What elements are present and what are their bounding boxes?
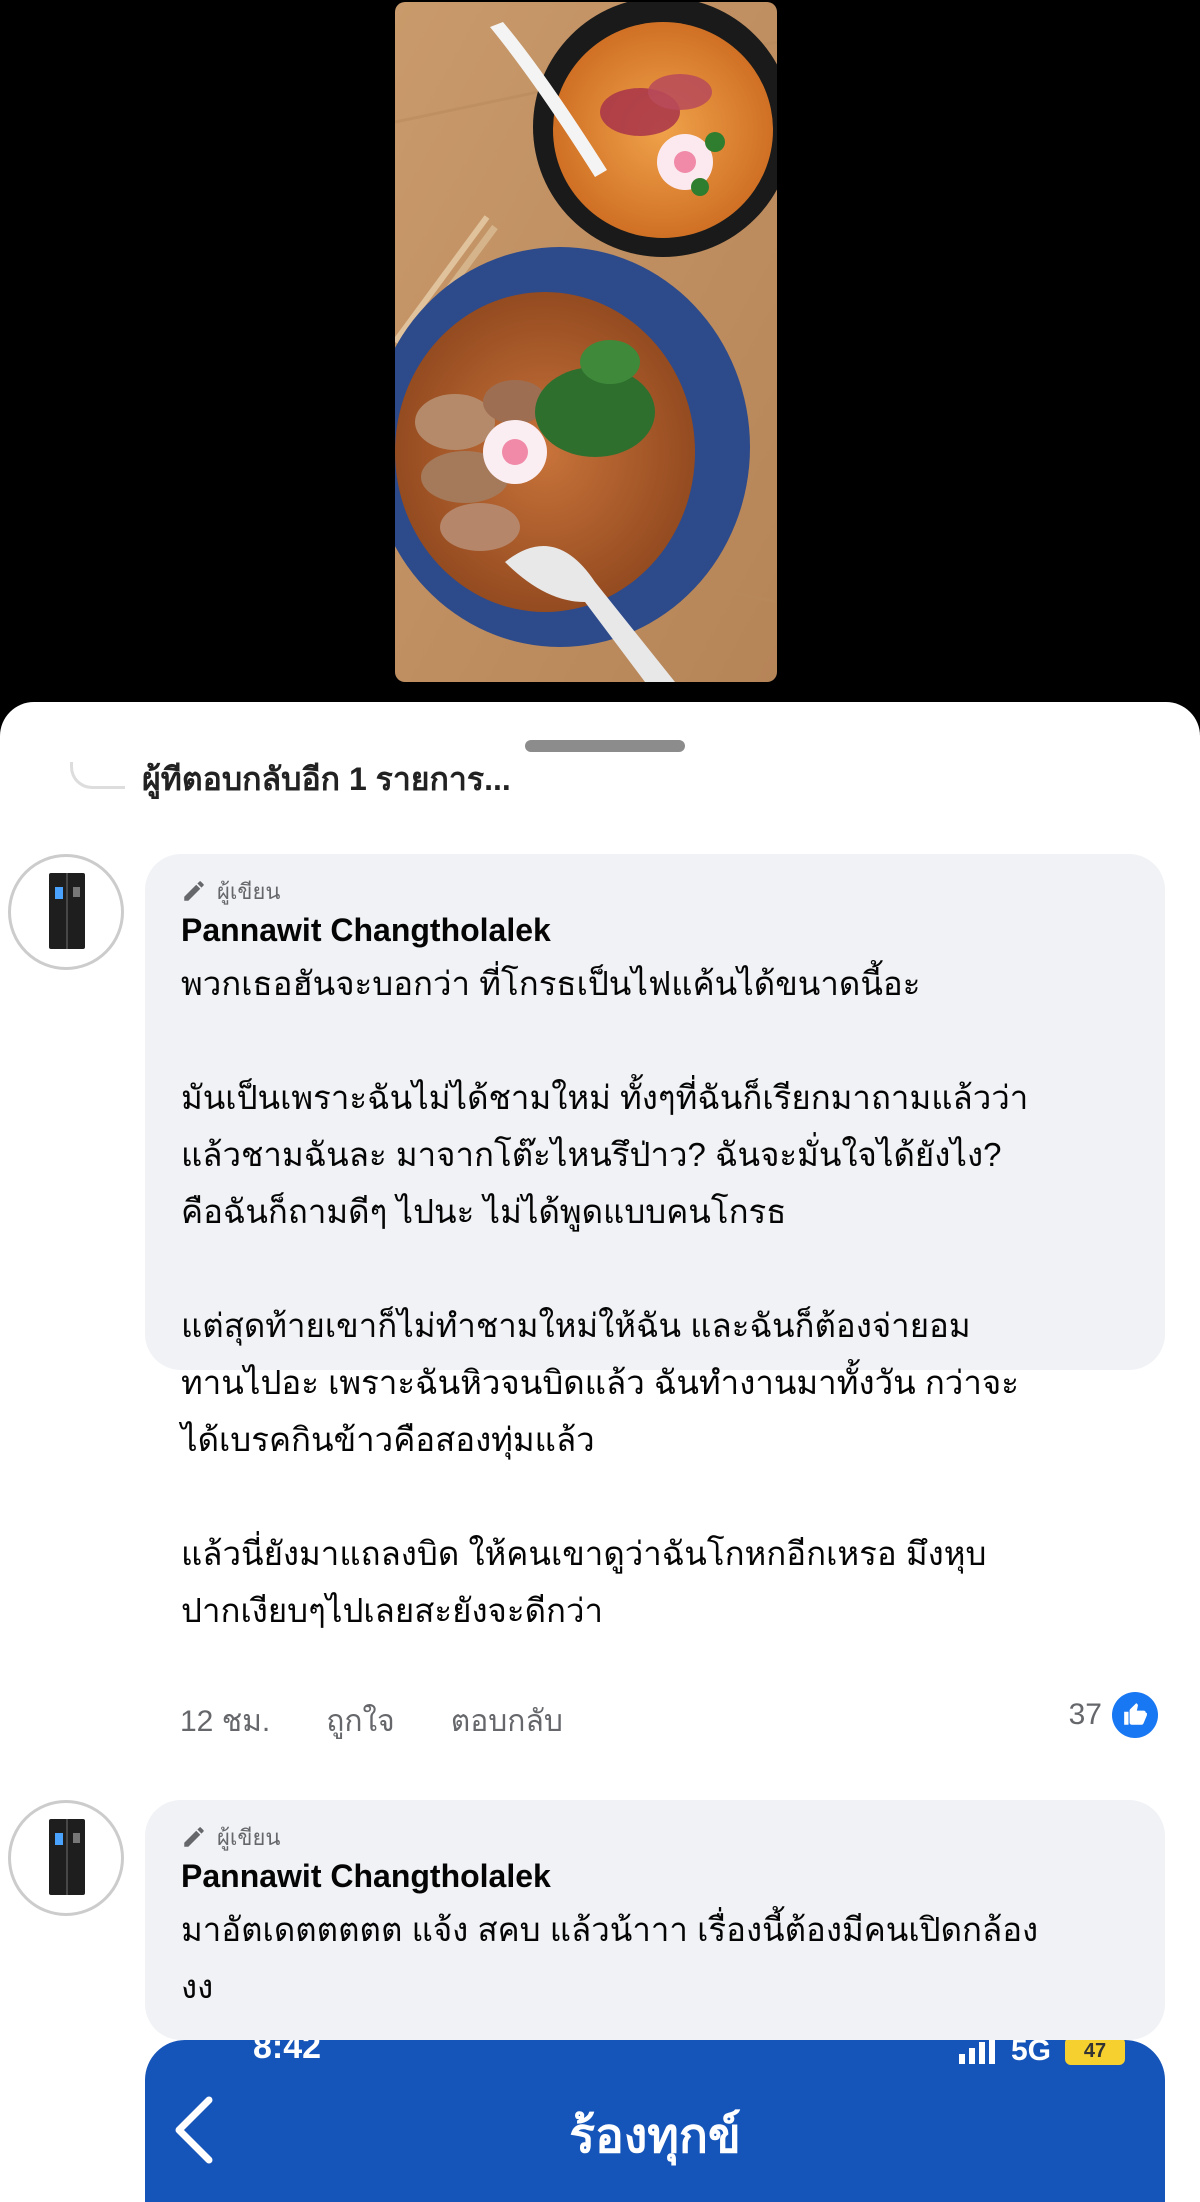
author-badge: ผู้เขียน [217,1824,281,1850]
author-badge-row: ผู้เขียน [181,876,1129,906]
reaction-summary[interactable]: 37 [1069,1692,1158,1738]
pencil-icon [184,881,204,901]
comment-author-name[interactable]: Pannawit Changtholalek [181,1858,1129,1895]
reply-button[interactable]: ตอบกลับ [451,1698,563,1745]
comment-text: พวกเธอฮันจะบอกว่า ที่โกรธเป็นไฟแค้นได้ขน… [181,965,1029,1629]
status-time: 8:42 [253,2040,322,2066]
avatar[interactable] [8,854,124,970]
embedded-complaint-screenshot: 8:42 5G 47 ร้องทุกข์ [145,2040,1165,2202]
reply-thread-line [70,762,125,789]
comment-bubble: ผู้เขียน Pannawit Changtholalek พวกเธอฮั… [145,854,1165,1629]
status-indicators: 5G 47 [957,2040,1125,2068]
complaint-page-title: ร้องทุกข์ [569,2110,741,2163]
author-badge-row: ผู้เขียน [181,1822,1129,1852]
comment-actions: 12 ชม. ถูกใจ ตอบกลับ [180,1698,563,1745]
battery-icon: 47 [1065,2040,1125,2065]
battery-level: 47 [1083,2040,1107,2062]
author-badge: ผู้เขียน [217,878,281,904]
sheet-drag-handle[interactable] [525,740,685,752]
thumbs-up-icon [1112,1692,1158,1738]
reaction-count: 37 [1068,1698,1102,1731]
signal-icon [958,2040,995,2064]
previous-replies-link[interactable]: ผู้ที่ตอบกลับอีก 1 รายการ... [70,762,770,812]
comments-sheet: ผู้ที่ตอบกลับอีก 1 รายการ... ผู้เขียน Pa… [0,702,1200,2202]
previous-replies-label: ผู้ที่ตอบกลับอีก 1 รายการ... [142,762,511,797]
comment-timestamp: 12 ชม. [180,1705,271,1738]
comment-text: มาอัตเดตตตตต แจ้ง สคบ แล้วน้าาา เรื่องนี… [181,1911,1039,2005]
comment-author-name[interactable]: Pannawit Changtholalek [181,912,1129,949]
like-button[interactable]: ถูกใจ [326,1698,395,1745]
network-label: 5G [1010,2040,1051,2067]
avatar[interactable] [8,1800,124,1916]
comment-bubble: ผู้เขียน Pannawit Changtholalek มาอัตเดต… [145,1800,1165,2040]
pencil-icon [184,1827,204,1847]
post-photo[interactable] [395,2,777,682]
